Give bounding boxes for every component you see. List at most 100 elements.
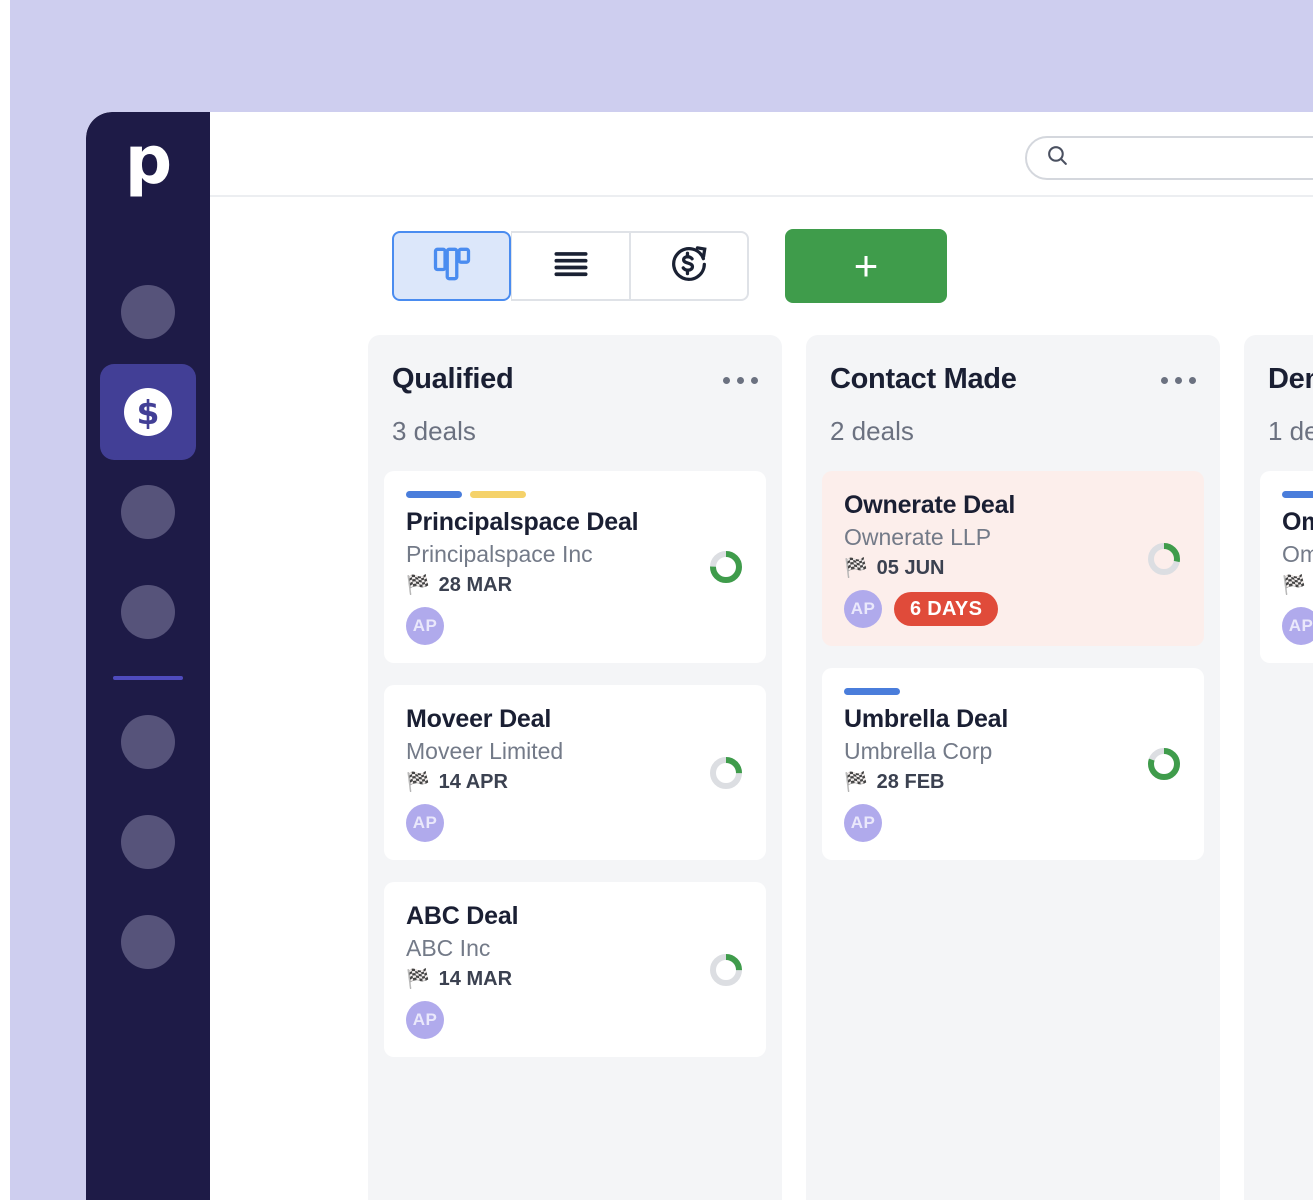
deal-footer: AP <box>844 804 1182 842</box>
deal-footer: AP 6 DAYS <box>844 590 1182 628</box>
kebab-menu-icon[interactable] <box>1161 363 1196 384</box>
deal-organization: Umbrella Corp <box>844 738 993 764</box>
deal-progress-ring <box>710 953 742 986</box>
deal-label-tag <box>406 491 462 498</box>
deal-card[interactable]: Principalspace Deal Principalspace Inc 🏁 28… <box>384 471 766 663</box>
sidebar-active-tile: $ <box>100 364 196 460</box>
deal-close-date: 🏁 28 FEB <box>844 771 1182 794</box>
deal-title: Omnicorp Deal <box>1282 508 1313 536</box>
avatar: AP <box>406 1001 444 1039</box>
view-board-button[interactable] <box>392 231 511 301</box>
deal-date-text: 14 APR <box>438 771 508 793</box>
deal-label-tag <box>844 688 900 695</box>
deal-close-date: 🏁20 APR <box>1282 574 1313 597</box>
deal-organization: Omnicorp <box>1282 541 1313 567</box>
deal-card[interactable]: Umbrella Deal Umbrella Corp 🏁 28 FEB AP <box>822 668 1204 860</box>
checkered-flag-icon: 🏁 <box>406 968 430 990</box>
deal-organization: Ownerate LLP <box>844 524 992 550</box>
avatar: AP <box>406 607 444 645</box>
deal-label-tags <box>1282 491 1313 498</box>
sidebar-icon-placeholder <box>121 585 175 639</box>
avatar: AP <box>1282 607 1313 645</box>
deal-date-text: 05 JUN <box>876 557 945 579</box>
avatar: AP <box>844 590 882 628</box>
board-column: Contact Made 2 deals Ownerate Deal Ownerate… <box>806 335 1220 1200</box>
deal-date-text: 28 FEB <box>876 771 945 793</box>
deal-card[interactable]: Moveer Deal Moveer Limited 🏁 14 APR AP <box>384 685 766 860</box>
deal-date-text: 14 MAR <box>438 968 513 990</box>
search-input[interactable] <box>1080 148 1313 168</box>
deal-organization: Moveer Limited <box>406 738 564 764</box>
board-column: Qualified 3 deals Principalspace Deal Princ… <box>368 335 782 1200</box>
deal-progress-ring <box>1148 542 1180 575</box>
deal-card[interactable]: Omnicorp Deal Omnicorp 🏁20 APR AP <box>1260 471 1313 663</box>
sidebar-item-nav-deals[interactable]: $ <box>86 362 210 462</box>
deal-label-tags <box>844 688 1182 695</box>
add-deal-button[interactable]: + <box>785 229 947 303</box>
sidebar-nav-list: $ <box>86 262 210 992</box>
deal-close-date: 🏁 28 MAR <box>406 574 744 597</box>
column-deal-count: 1 deals <box>1268 416 1313 446</box>
sidebar-item-nav-placeholder-2[interactable] <box>86 462 210 562</box>
view-switcher <box>392 231 749 301</box>
deal-close-date: 🏁 14 APR <box>406 771 744 794</box>
recurring-revenue-icon <box>666 241 712 292</box>
kebab-menu-icon[interactable] <box>723 363 758 384</box>
deal-footer: AP <box>406 804 744 842</box>
app-window: p $ + Qualified 3 deals Principalspace D… <box>86 112 1313 1200</box>
column-deal-count: 3 deals <box>392 416 476 446</box>
checkered-flag-icon: 🏁 <box>844 771 868 793</box>
deal-progress-ring <box>710 756 742 789</box>
deal-label-tag <box>470 491 526 498</box>
checkered-flag-icon: 🏁 <box>406 771 430 793</box>
pipedrive-logo[interactable]: p <box>86 126 210 196</box>
deal-card[interactable]: Ownerate Deal Ownerate LLP 🏁 05 JUN AP 6 DAYS <box>822 471 1204 646</box>
deal-label-tags <box>406 491 744 498</box>
dollar-coin-icon: $ <box>124 388 172 436</box>
deal-close-date: 🏁 05 JUN <box>844 557 1182 580</box>
sidebar: p $ <box>86 112 210 1200</box>
sidebar-item-nav-placeholder-1[interactable] <box>86 262 210 362</box>
deal-title: Moveer Deal <box>406 705 552 733</box>
screenshot-root: p $ + Qualified 3 deals Principalspace D… <box>0 0 1313 1200</box>
deal-title: Umbrella Deal <box>844 705 1009 733</box>
rotting-days-badge: 6 DAYS <box>894 592 999 626</box>
column-header: Contact Made <box>822 335 1204 396</box>
main-area: + Qualified 3 deals Principalspace Deal Pri… <box>210 112 1313 1200</box>
deal-title: Principalspace Deal <box>406 508 639 536</box>
column-title: Contact Made <box>830 363 1017 395</box>
deal-label-tag <box>1282 491 1313 498</box>
deal-progress-ring <box>1148 748 1180 780</box>
sidebar-icon-placeholder <box>121 915 175 969</box>
sidebar-item-nav-placeholder-3[interactable] <box>86 562 210 662</box>
search-icon <box>1045 143 1070 173</box>
kanban-board-icon <box>430 242 474 291</box>
deal-footer: AP <box>1282 607 1313 645</box>
sidebar-icon-placeholder <box>121 485 175 539</box>
deal-title: Ownerate Deal <box>844 491 1016 519</box>
view-list-button[interactable] <box>511 231 630 301</box>
deal-date-text: 28 MAR <box>438 574 513 596</box>
checkered-flag-icon: 🏁 <box>844 557 868 579</box>
avatar: AP <box>406 804 444 842</box>
deal-title: ABC Deal <box>406 902 519 930</box>
column-deal-count: 2 deals <box>830 416 914 446</box>
deal-card[interactable]: ABC Deal ABC Inc 🏁 14 MAR AP <box>384 882 766 1057</box>
deal-progress-ring <box>710 551 742 583</box>
column-title: Qualified <box>392 363 514 395</box>
sidebar-item-nav-placeholder-4[interactable] <box>86 692 210 792</box>
deal-footer: AP <box>406 1001 744 1039</box>
avatar: AP <box>844 804 882 842</box>
list-view-icon <box>549 242 593 291</box>
search-box[interactable] <box>1025 136 1313 180</box>
sidebar-icon-placeholder <box>121 815 175 869</box>
sidebar-icon-placeholder <box>121 715 175 769</box>
sidebar-item-nav-placeholder-6[interactable] <box>86 892 210 992</box>
sidebar-item-nav-placeholder-5[interactable] <box>86 792 210 892</box>
deal-close-date: 🏁 14 MAR <box>406 968 744 991</box>
deal-organization: ABC Inc <box>406 935 491 961</box>
sidebar-divider <box>113 676 183 680</box>
view-toolbar: + <box>210 197 1313 335</box>
view-forecast-button[interactable] <box>630 231 749 301</box>
top-bar <box>210 112 1313 197</box>
